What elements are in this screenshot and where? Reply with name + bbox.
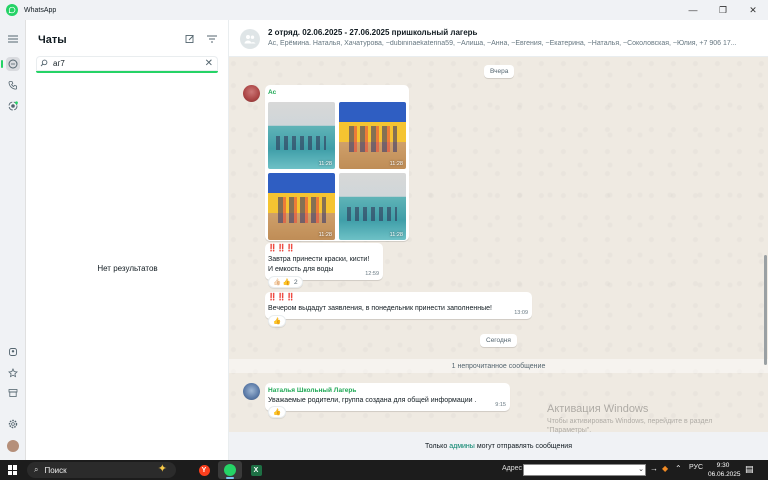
language-indicator[interactable]: РУС: [689, 464, 703, 471]
excel-button[interactable]: X: [244, 461, 268, 479]
title-bar: WhatsApp — ❐ ✕: [0, 0, 768, 20]
starred-icon[interactable]: [6, 366, 20, 380]
photo-time: 11:28: [318, 232, 332, 238]
activation-watermark-text: Чтобы активировать Windows, перейдите в …: [547, 418, 713, 425]
chevron-up-icon[interactable]: ⌃: [675, 464, 682, 473]
window-title: WhatsApp: [24, 6, 57, 14]
calls-icon[interactable]: [6, 78, 20, 92]
clock-date: 06.06.2025: [708, 471, 741, 478]
taskbar-search[interactable]: ⌕ Поиск ✦: [27, 462, 176, 478]
clear-search-icon[interactable]: ✕: [205, 58, 213, 69]
message-reaction[interactable]: 👍: [268, 406, 287, 418]
chat-list-title: Чаты: [38, 34, 67, 46]
search-box: ✕: [36, 56, 218, 73]
clock-time: 9:30: [716, 462, 730, 469]
address-input[interactable]: ⌄: [523, 464, 646, 476]
yandex-icon: Y: [198, 464, 210, 476]
sparkle-icon: ✦: [157, 463, 167, 475]
status-icon[interactable]: [6, 99, 20, 113]
photo-thumbnail[interactable]: 11:28: [268, 102, 335, 169]
message-bubble[interactable]: Наталья Школьный Лагерь Уважаемые родите…: [265, 383, 510, 411]
maximize-button[interactable]: ❐: [708, 0, 738, 20]
sender-avatar[interactable]: [243, 383, 260, 400]
sender-avatar[interactable]: [243, 85, 260, 102]
excel-icon: X: [250, 464, 262, 476]
taskbar: ⌕ Поиск ✦ Y X Адрес ⌄ → ◆ ⌃ РУС 9:30 06.…: [0, 460, 768, 480]
date-divider-yesterday: Вчера: [484, 65, 515, 78]
archive-icon[interactable]: [6, 386, 20, 400]
yandex-browser-button[interactable]: Y: [192, 461, 216, 479]
message-reaction[interactable]: 👍🏻 👍 2: [268, 276, 303, 288]
footer-text-after: могут отправлять сообщения: [476, 442, 573, 450]
whatsapp-icon: [224, 464, 236, 476]
menu-icon[interactable]: [6, 32, 20, 46]
conversation-panel: 2 отряд. 02.06.2025 - 27.06.2025 пришкол…: [229, 20, 768, 460]
message-reaction[interactable]: 👍: [268, 315, 287, 327]
photo-time: 11:28: [389, 161, 403, 167]
notifications-icon[interactable]: ▤: [745, 464, 754, 475]
whatsapp-taskbar-button[interactable]: [218, 461, 242, 479]
conversation-header[interactable]: 2 отряд. 02.06.2025 - 27.06.2025 пришкол…: [229, 20, 768, 57]
photo-time: 11:28: [318, 161, 332, 167]
photo-thumbnail[interactable]: 11:28: [339, 102, 406, 169]
activation-watermark-title: Активация Windows: [547, 403, 649, 415]
filter-icon[interactable]: [206, 33, 218, 45]
chevron-down-icon[interactable]: ⌄: [638, 465, 644, 473]
system-clock[interactable]: 9:30 06.06.2025: [708, 461, 741, 479]
settings-icon[interactable]: [6, 417, 20, 431]
album-sender-name[interactable]: Ас: [268, 89, 276, 96]
photo-thumbnail[interactable]: 11:28: [339, 173, 406, 240]
message-time: 13:09: [514, 310, 528, 316]
message-bubble[interactable]: ‼️‼️‼️ Завтра принести краски, кисти! И …: [265, 243, 383, 280]
search-icon: [40, 59, 50, 69]
reaction-emoji: 👍🏻 👍: [273, 279, 291, 286]
message-time: 9:15: [495, 402, 506, 408]
address-label: Адрес: [502, 465, 523, 472]
unread-messages-banner: 1 непрочитанное сообщение: [229, 359, 768, 373]
admins-only-footer: Только админы могут отправлять сообщения: [229, 432, 768, 460]
group-members: Ас, Ерёмина. Наталья, Хачатурова, ~dubin…: [268, 40, 737, 47]
search-icon: ⌕: [34, 465, 39, 474]
message-emphasis: ‼️‼️‼️: [268, 245, 296, 252]
arrow-right-icon[interactable]: →: [650, 464, 658, 473]
chats-icon[interactable]: [1, 57, 20, 71]
search-input[interactable]: [53, 59, 193, 68]
message-time: 12:59: [365, 271, 379, 277]
group-avatar-icon[interactable]: [240, 29, 260, 49]
taskbar-search-label: Поиск: [44, 465, 67, 475]
message-text: Завтра принести краски, кисти!: [268, 256, 370, 263]
footer-text-before: Только: [424, 442, 448, 450]
profile-avatar[interactable]: [6, 439, 20, 453]
reaction-emoji: 👍: [273, 318, 282, 325]
message-text: Вечером выдадут заявления, в понедельник…: [268, 305, 492, 312]
start-button[interactable]: [8, 465, 18, 475]
communities-icon[interactable]: [6, 345, 20, 359]
chat-scrollbar[interactable]: [764, 255, 767, 365]
navigation-rail: [0, 20, 26, 460]
admins-link[interactable]: админы: [449, 443, 475, 450]
minimize-button[interactable]: —: [678, 0, 708, 20]
message-text: И емкость для воды: [268, 266, 334, 273]
chat-list-panel: Чаты ✕ Нет результатов: [26, 20, 229, 460]
reaction-count: 2: [294, 278, 298, 286]
profile-avatar-image: [7, 440, 19, 452]
group-name: 2 отряд. 02.06.2025 - 27.06.2025 пришкол…: [268, 28, 478, 37]
message-bubble[interactable]: ‼️‼️‼️ Вечером выдадут заявления, в поне…: [265, 292, 532, 319]
message-text: Уважаемые родители, группа создана для о…: [268, 397, 477, 404]
new-chat-icon[interactable]: [184, 33, 196, 45]
app-tray-icon[interactable]: ◆: [662, 464, 668, 473]
message-emphasis: ‼️‼️‼️: [268, 294, 296, 301]
whatsapp-logo-icon: [6, 4, 18, 16]
no-results-text: Нет результатов: [97, 264, 158, 273]
photo-thumbnail[interactable]: 11:28: [268, 173, 335, 240]
photo-time: 11:28: [389, 232, 403, 238]
message-sender-name[interactable]: Наталья Школьный Лагерь: [268, 387, 356, 394]
window-controls: — ❐ ✕: [678, 0, 768, 20]
reaction-emoji: 👍: [273, 409, 282, 416]
activation-watermark-text: "Параметры".: [547, 427, 592, 434]
close-button[interactable]: ✕: [738, 0, 768, 20]
date-divider-today: Сегодня: [480, 334, 517, 347]
